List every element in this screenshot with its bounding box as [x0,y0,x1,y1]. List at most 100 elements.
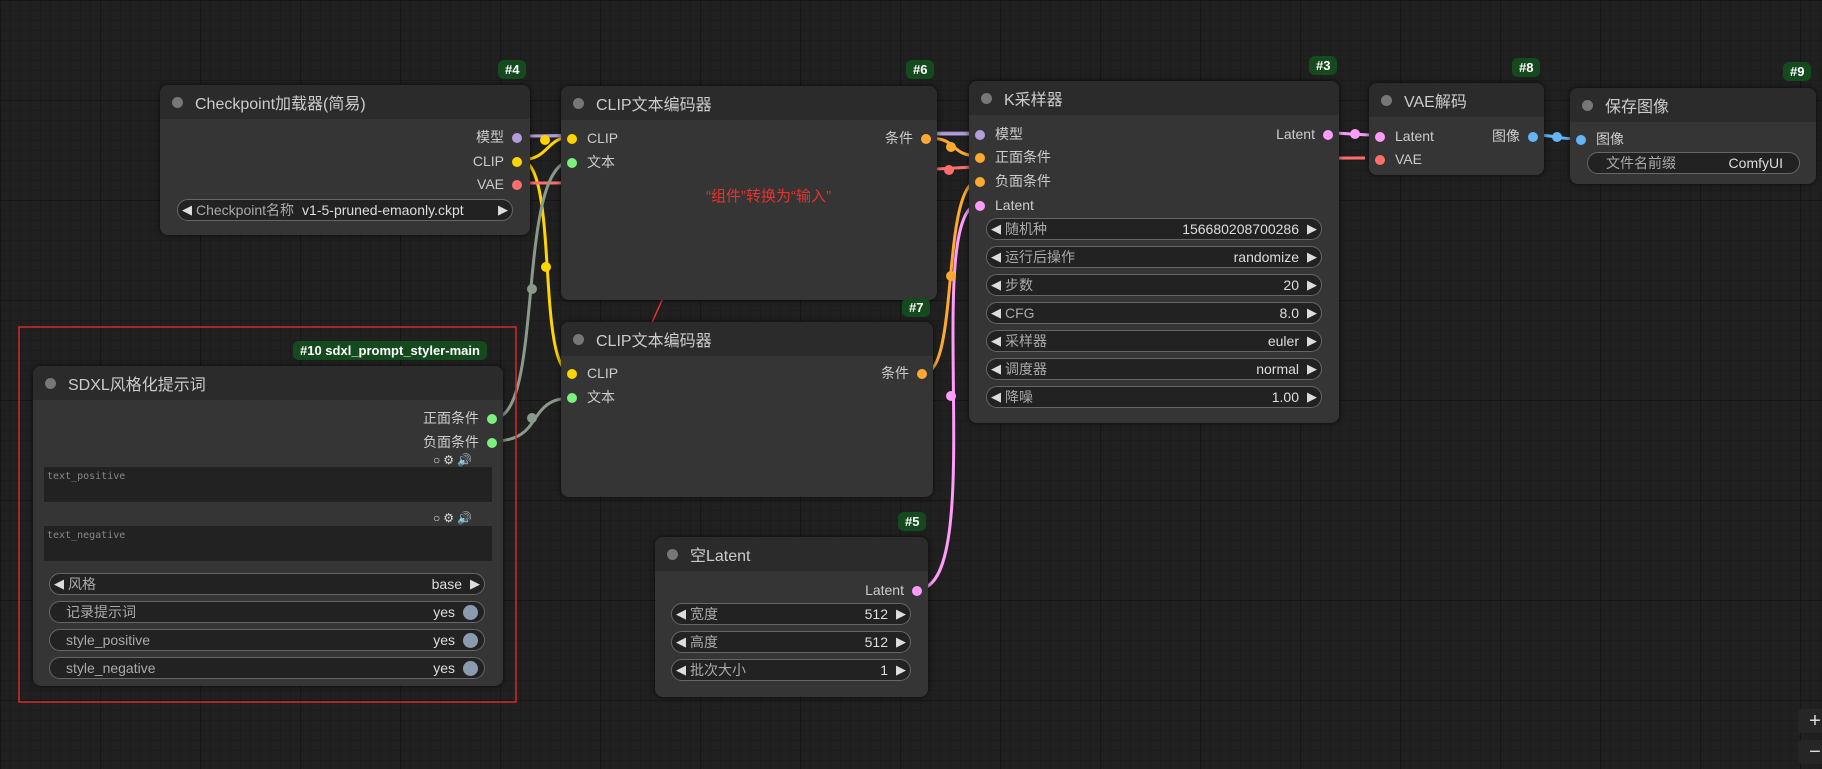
input-negative[interactable]: 负面条件 [975,172,1051,190]
gear-icon[interactable]: ⚙ [443,453,457,467]
style-positive-toggle[interactable]: style_positive yes [49,629,485,651]
right-arrow-icon[interactable]: ▶ [892,662,910,678]
ksampler-node[interactable]: K采样器 模型 正面条件 负面条件 Latent Latent ◀ 随机种 1566… [969,81,1339,423]
output-positive[interactable]: 正面条件 [423,409,497,427]
collapse-dot[interactable] [45,377,56,389]
clip-text-encoder-node-negative[interactable]: CLIP文本编码器 CLIP 文本 条件 [561,322,933,497]
circle-icon[interactable]: ○ [433,511,443,525]
collapse-dot[interactable] [172,96,183,108]
input-text[interactable]: 文本 [567,153,615,171]
left-arrow-icon[interactable]: ◀ [987,277,1005,293]
collapse-dot[interactable] [1582,99,1593,111]
node-title-bar[interactable]: SDXL风格化提示词 [33,366,503,400]
output-conditioning[interactable]: 条件 [885,129,931,147]
input-vae[interactable]: VAE [1375,150,1422,168]
output-image[interactable]: 图像 [1492,127,1538,145]
node-title-bar[interactable]: CLIP文本编码器 [561,322,933,356]
widget-label: 文件名前缀 [1606,155,1676,171]
gear-icon[interactable]: ⚙ [443,511,457,525]
right-arrow-icon[interactable]: ▶ [1303,333,1321,349]
input-clip[interactable]: CLIP [567,129,618,147]
toggle-knob[interactable] [463,632,478,648]
left-arrow-icon[interactable]: ◀ [987,361,1005,377]
collapse-dot[interactable] [573,97,584,109]
input-image[interactable]: 图像 [1576,130,1624,148]
node-title-bar[interactable]: 空Latent [655,537,928,571]
filename-prefix-widget[interactable]: 文件名前缀 ComfyUI [1587,152,1800,174]
output-negative[interactable]: 负面条件 [423,433,497,451]
empty-latent-node[interactable]: 空Latent Latent ◀ 宽度 512 ▶ ◀ 高度 512 ▶ ◀ 批次大小 1 ▶ [655,537,928,697]
sampler-widget[interactable]: ◀ 采样器 euler ▶ [986,330,1322,352]
style-combo[interactable]: ◀ 风格 base ▶ [49,573,485,595]
control-after-generate-widget[interactable]: ◀ 运行后操作 randomize ▶ [986,246,1322,268]
input-text[interactable]: 文本 [567,388,615,406]
collapse-dot[interactable] [1381,94,1392,106]
style-negative-toggle[interactable]: style_negative yes [49,657,485,679]
log-prompt-toggle[interactable]: 记录提示词 yes [49,601,485,623]
node-title-bar[interactable]: K采样器 [969,81,1339,115]
height-widget[interactable]: ◀ 高度 512 ▶ [671,631,911,653]
right-arrow-icon[interactable]: ▶ [1303,249,1321,265]
right-arrow-icon[interactable]: ▶ [1303,361,1321,377]
input-clip[interactable]: CLIP [567,364,618,382]
output-clip[interactable]: CLIP [473,152,522,170]
output-latent[interactable]: Latent [865,581,922,599]
left-arrow-icon[interactable]: ◀ [987,221,1005,237]
left-arrow-icon[interactable]: ◀ [50,576,68,592]
checkpoint-loader-node[interactable]: Checkpoint加载器(简易) 模型 CLIP VAE ◀ Checkpoi… [160,85,530,235]
left-arrow-icon[interactable]: ◀ [987,389,1005,405]
scheduler-widget[interactable]: ◀ 调度器 normal ▶ [986,358,1322,380]
left-arrow-icon[interactable]: ◀ [672,634,690,650]
node-title-bar[interactable]: Checkpoint加载器(简易) [160,85,530,119]
zoom-out-button[interactable]: − [1798,740,1822,764]
left-arrow-icon[interactable]: ◀ [987,333,1005,349]
speaker-icon[interactable]: 🔊 [457,511,475,525]
batch-size-widget[interactable]: ◀ 批次大小 1 ▶ [671,659,911,681]
input-model[interactable]: 模型 [975,125,1023,143]
left-arrow-icon[interactable]: ◀ [672,606,690,622]
input-positive[interactable]: 正面条件 [975,148,1051,166]
output-model[interactable]: 模型 [476,128,522,146]
output-latent[interactable]: Latent [1276,125,1333,143]
right-arrow-icon[interactable]: ▶ [892,634,910,650]
seed-widget[interactable]: ◀ 随机种 156680208700286 ▶ [986,218,1322,240]
widget-value: 1.00 [1271,389,1299,405]
output-conditioning[interactable]: 条件 [881,364,927,382]
vae-decode-node[interactable]: VAE解码 Latent VAE 图像 [1369,83,1544,175]
collapse-dot[interactable] [981,92,992,104]
circle-icon[interactable]: ○ [433,453,443,467]
right-arrow-icon[interactable]: ▶ [1303,221,1321,237]
collapse-dot[interactable] [667,548,678,560]
node-title-bar[interactable]: CLIP文本编码器 [561,86,937,120]
speaker-icon[interactable]: 🔊 [457,453,475,467]
node-title-bar[interactable]: 保存图像 [1570,88,1816,122]
text-negative-input[interactable]: text_negative [44,526,492,561]
steps-widget[interactable]: ◀ 步数 20 ▶ [986,274,1322,296]
left-arrow-icon[interactable]: ◀ [178,202,196,218]
text-positive-input[interactable]: text_positive [44,467,492,502]
cfg-widget[interactable]: ◀ CFG 8.0 ▶ [986,302,1322,324]
toggle-knob[interactable] [463,660,478,676]
right-arrow-icon[interactable]: ▶ [466,576,484,592]
right-arrow-icon[interactable]: ▶ [892,606,910,622]
collapse-dot[interactable] [573,333,584,345]
checkpoint-name-combo[interactable]: ◀ Checkpoint名称 v1-5-pruned-emaonly.ckpt … [177,199,513,221]
toggle-knob[interactable] [463,604,478,620]
denoise-widget[interactable]: ◀ 降噪 1.00 ▶ [986,386,1322,408]
right-arrow-icon[interactable]: ▶ [1303,305,1321,321]
node-title-bar[interactable]: VAE解码 [1369,83,1544,117]
right-arrow-icon[interactable]: ▶ [1303,277,1321,293]
left-arrow-icon[interactable]: ◀ [672,662,690,678]
input-latent[interactable]: Latent [1375,127,1434,145]
right-arrow-icon[interactable]: ▶ [494,202,512,218]
input-latent[interactable]: Latent [975,196,1034,214]
right-arrow-icon[interactable]: ▶ [1303,389,1321,405]
left-arrow-icon[interactable]: ◀ [987,305,1005,321]
slot-label: CLIP [587,365,619,381]
sdxl-prompt-styler-node[interactable]: SDXL风格化提示词 正面条件 负面条件 ○⚙🔊 text_positive ○… [33,366,503,686]
output-vae[interactable]: VAE [477,175,522,193]
save-image-node[interactable]: 保存图像 图像 文件名前缀 ComfyUI [1570,88,1816,184]
width-widget[interactable]: ◀ 宽度 512 ▶ [671,603,911,625]
zoom-in-button[interactable]: + [1798,709,1822,733]
left-arrow-icon[interactable]: ◀ [987,249,1005,265]
